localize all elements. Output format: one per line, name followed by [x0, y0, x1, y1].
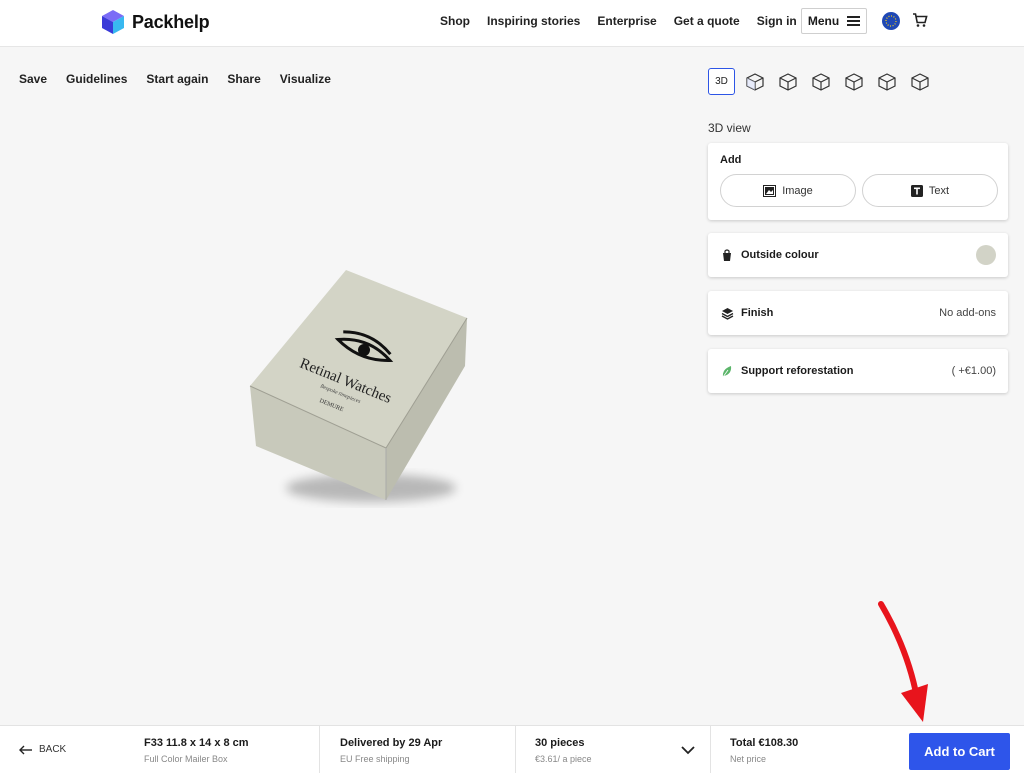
add-image-button[interactable]: Image	[720, 174, 856, 207]
view-switcher: 3D	[708, 68, 933, 95]
layers-icon	[720, 306, 734, 320]
reforestation-card[interactable]: Support reforestation ( +€1.00)	[708, 349, 1008, 393]
add-title: Add	[720, 154, 742, 166]
box-bottom-icon	[910, 72, 929, 91]
nav-sign-in[interactable]: Sign in	[757, 14, 797, 28]
guidelines-button[interactable]: Guidelines	[66, 72, 127, 86]
packhelp-cube-icon	[102, 10, 124, 34]
checkout-bar: BACK F33 11.8 x 14 x 8 cm Full Color Mai…	[0, 725, 1024, 773]
finish-label: Finish	[741, 307, 774, 319]
box-3d-preview[interactable]: Retinal Watches Bespoke timepieces DEMUR…	[246, 268, 471, 510]
packhelp-logo[interactable]: Packhelp	[101, 9, 210, 35]
view-back-button[interactable]	[774, 68, 801, 95]
total-summary: Total €108.30 Net price	[710, 726, 900, 773]
view-top-button[interactable]	[873, 68, 900, 95]
add-text-label: Text	[928, 184, 950, 197]
product-title: F33 11.8 x 14 x 8 cm	[144, 737, 249, 749]
finish-card[interactable]: Finish No add-ons	[708, 291, 1008, 335]
chevron-down-icon[interactable]	[680, 742, 696, 758]
menu-button[interactable]: Menu	[801, 8, 867, 34]
add-text-button[interactable]: Text	[862, 174, 998, 207]
nav-inspiring-stories[interactable]: Inspiring stories	[487, 14, 580, 28]
reforestation-label: Support reforestation	[741, 365, 854, 377]
text-icon	[910, 184, 923, 197]
outside-colour-label: Outside colour	[741, 249, 819, 261]
colour-swatch[interactable]	[976, 245, 996, 265]
view-3d-button[interactable]: 3D	[708, 68, 735, 95]
add-image-label: Image	[782, 184, 813, 197]
start-again-button[interactable]: Start again	[146, 72, 208, 86]
menu-label: Menu	[807, 14, 840, 28]
arrow-left-icon	[19, 745, 32, 754]
box-left-icon	[811, 72, 830, 91]
total-title: Total €108.30	[730, 737, 799, 749]
leaf-icon	[720, 364, 734, 378]
visualize-button[interactable]: Visualize	[280, 72, 331, 86]
view-front-button[interactable]	[741, 68, 768, 95]
brand-name: Packhelp	[132, 11, 210, 32]
red-pointer-arrow	[878, 601, 928, 722]
reforestation-price: ( +€1.00)	[951, 365, 996, 377]
image-icon	[763, 184, 777, 197]
nav-enterprise[interactable]: Enterprise	[597, 14, 656, 28]
nav-get-a-quote[interactable]: Get a quote	[674, 14, 740, 28]
finish-value: No add-ons	[939, 307, 996, 319]
cart-icon[interactable]	[912, 12, 928, 28]
nav-shop[interactable]: Shop	[440, 14, 470, 28]
total-subtitle: Net price	[730, 754, 767, 764]
hamburger-icon	[847, 16, 861, 26]
delivery-title: Delivered by 29 Apr	[340, 737, 443, 749]
view-right-button[interactable]	[840, 68, 867, 95]
top-navigation: Packhelp Shop Inspiring stories Enterpri…	[0, 0, 1024, 47]
delivery-summary[interactable]: Delivered by 29 Apr EU Free shipping	[319, 726, 515, 773]
box-top-icon	[877, 72, 896, 91]
save-button[interactable]: Save	[19, 72, 47, 86]
box-front-icon	[745, 72, 764, 91]
add-card: Add Image Text	[708, 143, 1008, 220]
view-bottom-button[interactable]	[906, 68, 933, 95]
add-to-cart-button[interactable]: Add to Cart	[909, 733, 1010, 770]
paint-bucket-icon	[720, 248, 734, 262]
nav-links: Shop Inspiring stories Enterprise Get a …	[440, 0, 814, 41]
product-subtitle: Full Color Mailer Box	[144, 754, 228, 764]
current-view-label: 3D view	[708, 121, 751, 135]
quantity-subtitle: €3.61/ a piece	[535, 754, 592, 764]
box-right-icon	[844, 72, 863, 91]
back-label: BACK	[39, 744, 67, 755]
view-left-button[interactable]	[807, 68, 834, 95]
editor-toolbar: Save Guidelines Start again Share Visual…	[19, 72, 350, 86]
quantity-selector[interactable]: 30 pieces €3.61/ a piece	[515, 726, 710, 773]
share-button[interactable]: Share	[227, 72, 260, 86]
eu-flag-icon[interactable]	[882, 12, 900, 30]
box-back-icon	[778, 72, 797, 91]
delivery-subtitle: EU Free shipping	[340, 754, 410, 764]
quantity-title: 30 pieces	[535, 737, 585, 749]
outside-colour-card[interactable]: Outside colour	[708, 233, 1008, 277]
back-button[interactable]: BACK	[19, 744, 66, 755]
